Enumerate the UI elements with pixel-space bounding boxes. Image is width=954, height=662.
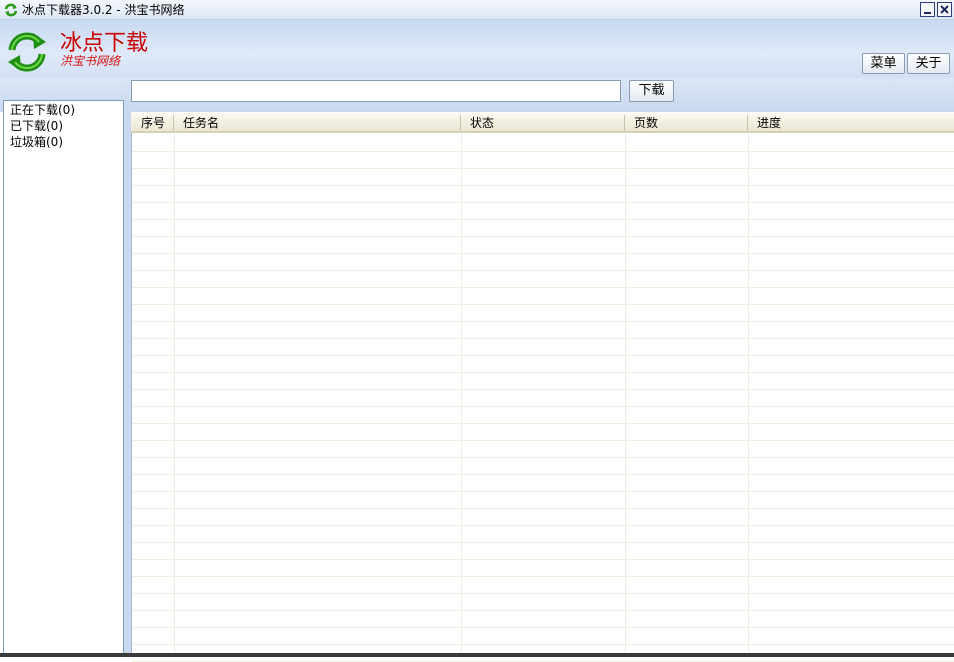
- column-header-pages[interactable]: 页数: [634, 116, 658, 130]
- column-separator[interactable]: [173, 115, 174, 131]
- table-row: [132, 254, 954, 271]
- url-input[interactable]: [131, 80, 621, 102]
- close-icon[interactable]: [937, 2, 952, 17]
- table-row: [132, 560, 954, 577]
- column-header-task-name[interactable]: 任务名: [183, 116, 219, 130]
- panel-splitter[interactable]: [124, 100, 131, 657]
- table-row: [132, 458, 954, 475]
- table-row: [132, 492, 954, 509]
- table-row: [132, 611, 954, 628]
- refresh-arrows-icon: [4, 3, 18, 17]
- table-row: [132, 424, 954, 441]
- sidebar-item-downloading[interactable]: 正在下载(0): [10, 103, 75, 118]
- column-separator[interactable]: [747, 115, 748, 131]
- column-gridline: [174, 135, 175, 657]
- table-row: [132, 390, 954, 407]
- table-row: [132, 594, 954, 611]
- brand-subtitle: 洪宝书网络: [60, 54, 121, 68]
- bottom-edge: [0, 653, 954, 657]
- column-header-status[interactable]: 状态: [470, 116, 494, 130]
- column-gridline: [748, 135, 749, 657]
- table-row: [132, 152, 954, 169]
- table-row: [132, 628, 954, 645]
- table-header: [131, 113, 954, 133]
- table-row: [132, 543, 954, 560]
- table-row: [132, 526, 954, 543]
- column-gridline: [625, 135, 626, 657]
- table-row: [132, 203, 954, 220]
- table-row: [132, 237, 954, 254]
- column-separator[interactable]: [460, 115, 461, 131]
- refresh-arrows-icon: [6, 30, 48, 74]
- table-row: [132, 288, 954, 305]
- window-title: 冰点下载器3.0.2 - 洪宝书网络: [22, 3, 185, 17]
- table-row: [132, 271, 954, 288]
- table-row: [132, 577, 954, 594]
- column-header-index[interactable]: 序号: [141, 116, 165, 130]
- sidebar: [3, 100, 124, 657]
- column-gridline: [461, 135, 462, 657]
- table-row: [132, 509, 954, 526]
- download-button[interactable]: 下载: [629, 80, 674, 102]
- table-row: [132, 475, 954, 492]
- table-row: [132, 407, 954, 424]
- column-separator[interactable]: [624, 115, 625, 131]
- table-row: [132, 305, 954, 322]
- table-row: [132, 339, 954, 356]
- table-row: [132, 373, 954, 390]
- menu-button[interactable]: 菜单: [862, 53, 905, 74]
- minimize-icon[interactable]: [920, 2, 935, 17]
- table-row: [132, 322, 954, 339]
- sidebar-item-downloaded[interactable]: 已下载(0): [10, 119, 63, 134]
- column-header-progress[interactable]: 进度: [757, 116, 781, 130]
- table-row: [132, 135, 954, 152]
- table-row: [132, 220, 954, 237]
- sidebar-item-trash[interactable]: 垃圾箱(0): [10, 135, 63, 150]
- table-row: [132, 169, 954, 186]
- table-row: [132, 186, 954, 203]
- about-button[interactable]: 关于: [907, 53, 950, 74]
- table-row: [132, 441, 954, 458]
- table-row: [132, 356, 954, 373]
